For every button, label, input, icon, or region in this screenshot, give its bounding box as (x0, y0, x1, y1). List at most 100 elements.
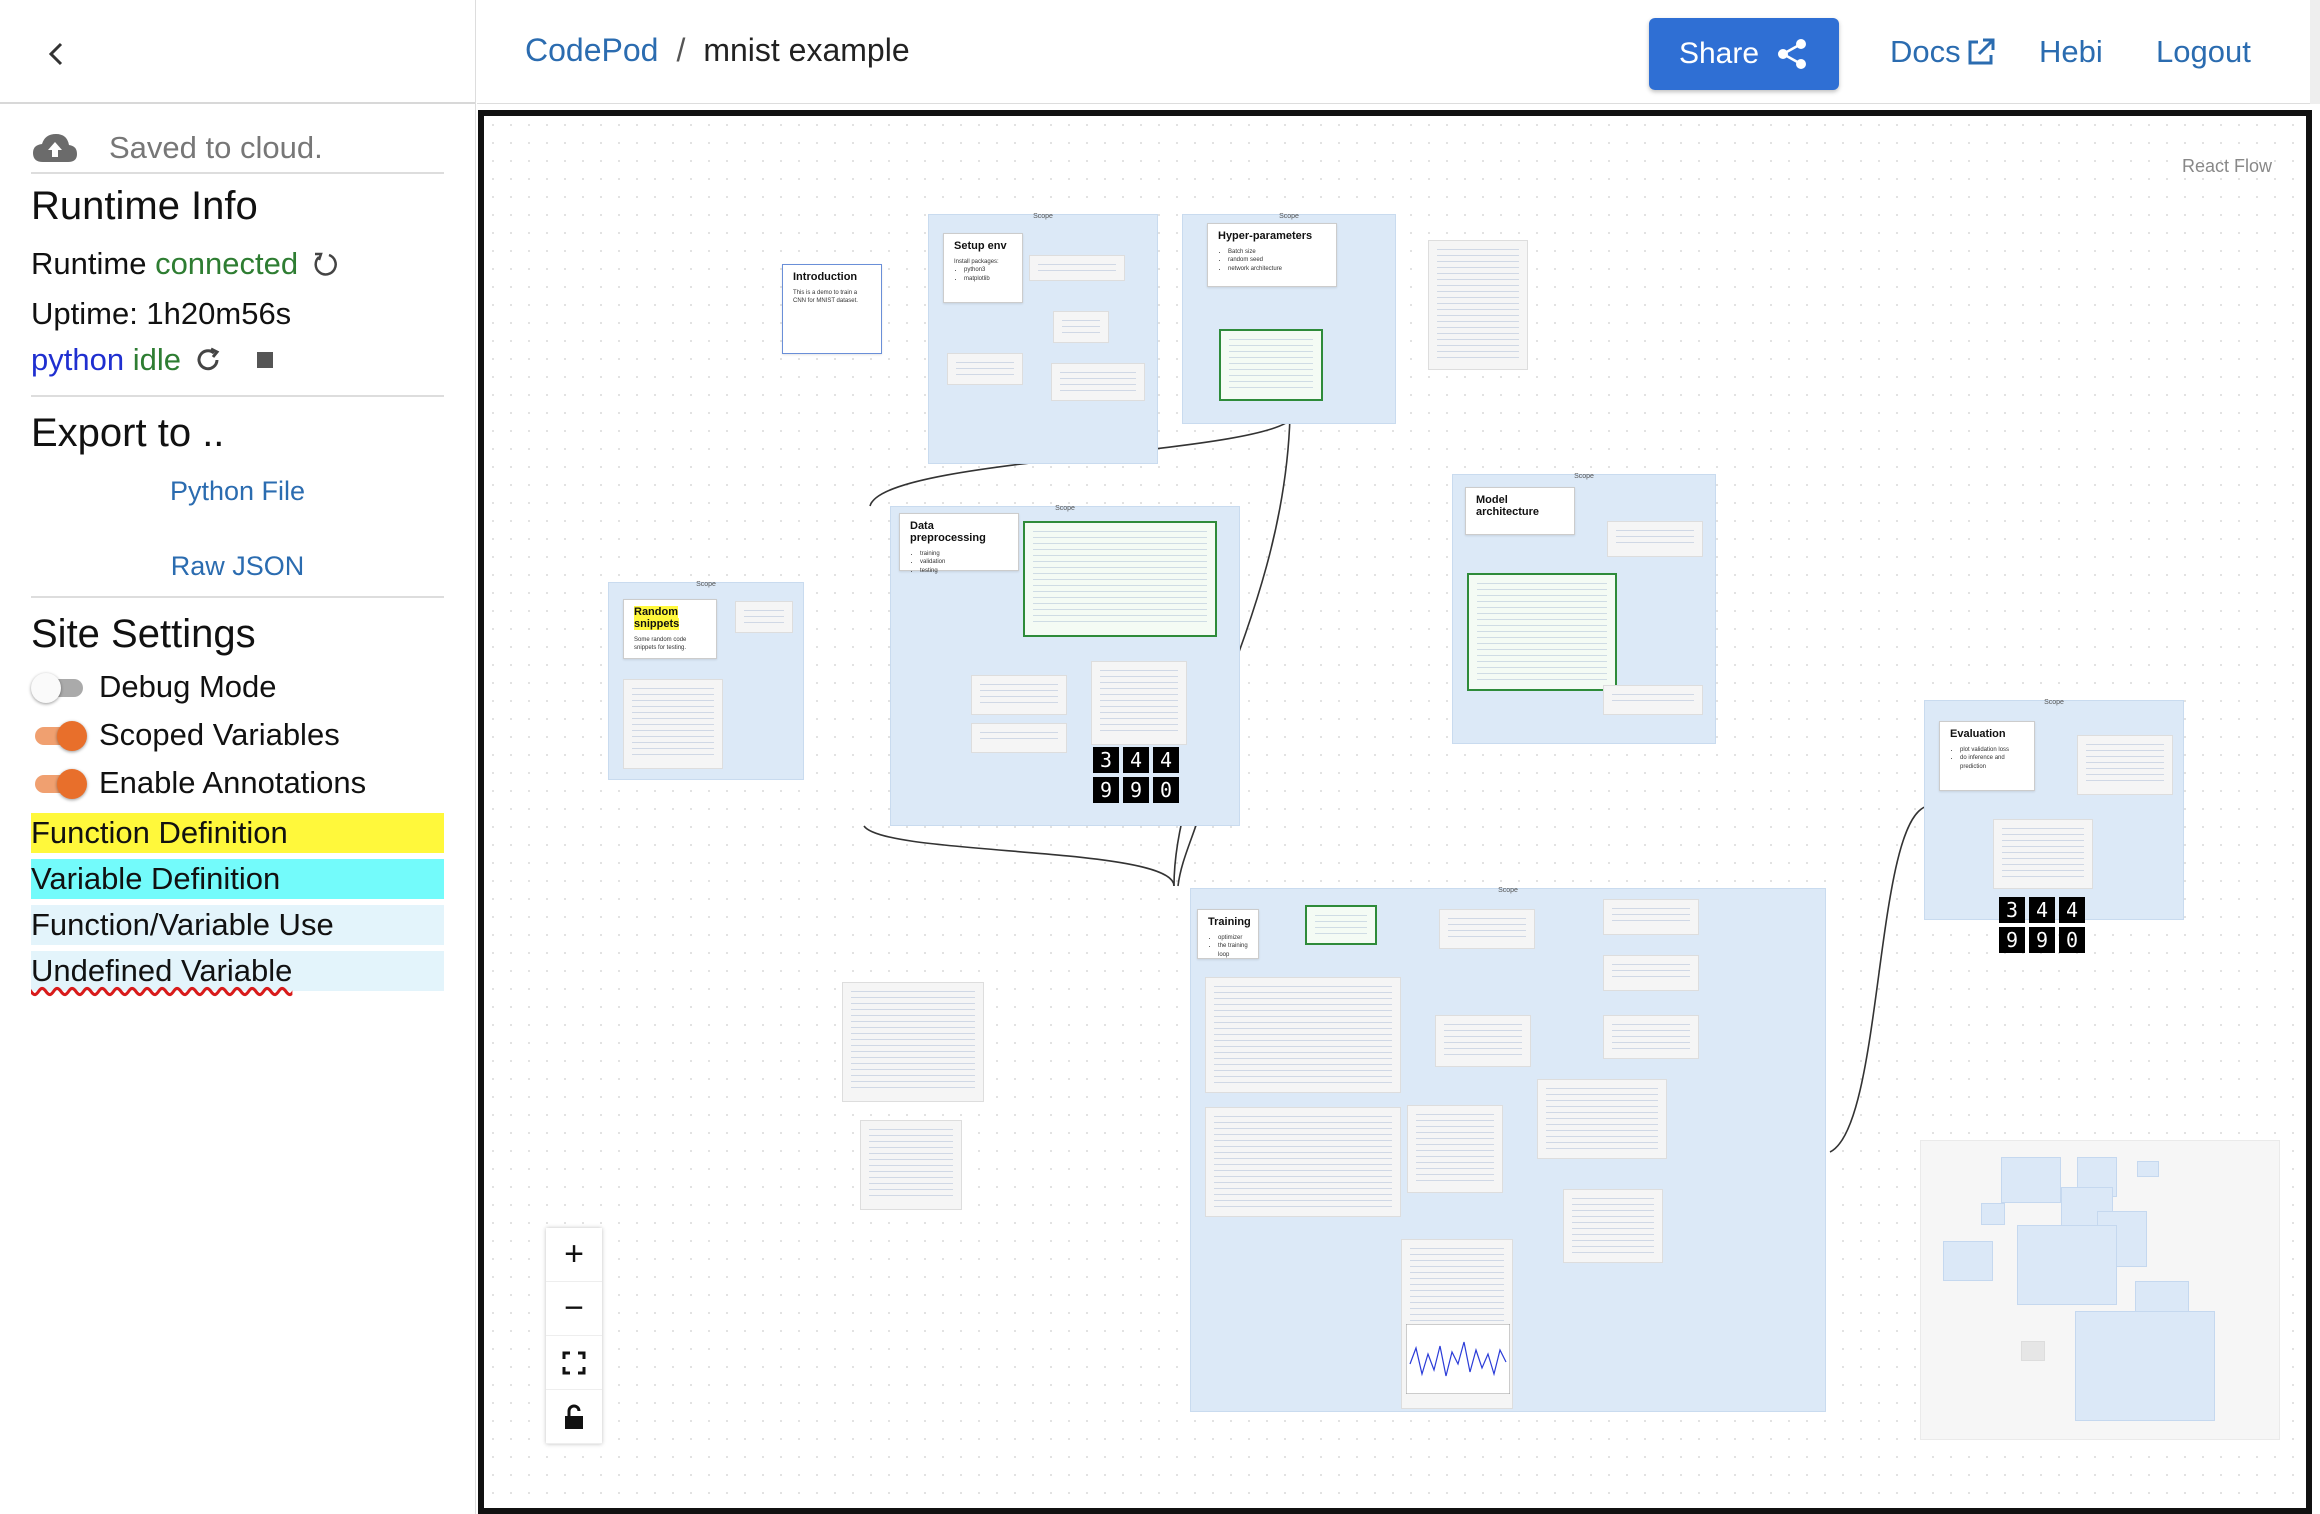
docs-link[interactable]: Docs (1890, 34, 1997, 70)
note-data-preprocessing[interactable]: Data preprocessing trainingvalidationtes… (899, 513, 1019, 574)
code-pod[interactable] (1603, 899, 1699, 935)
code-pod[interactable] (1439, 909, 1535, 949)
code-pod[interactable] (2077, 735, 2173, 795)
export-python-file-link[interactable]: Python File (31, 476, 444, 507)
note-title: Introduction (793, 271, 858, 283)
scope-random-snippets[interactable]: Scope Random snippets Some random code s… (608, 581, 804, 780)
code-pod[interactable] (1563, 1189, 1663, 1263)
note-title: Data preprocessing (910, 520, 986, 544)
digit-image: 0 (2059, 927, 2085, 953)
code-pod[interactable] (971, 675, 1067, 715)
code-pod[interactable] (1401, 1239, 1513, 1409)
code-pod[interactable] (1607, 521, 1703, 557)
code-pod[interactable] (1537, 1079, 1667, 1159)
fit-view-button[interactable] (546, 1336, 602, 1390)
lock-interaction-button[interactable] (546, 1390, 602, 1444)
share-label: Share (1678, 37, 1760, 70)
scope-label: Scope (1055, 505, 1075, 512)
code-pod[interactable] (1993, 819, 2093, 889)
note-setup-env[interactable]: Setup env Install packages: python3matpl… (943, 233, 1023, 303)
code-pod[interactable] (947, 353, 1023, 385)
code-pod[interactable] (623, 679, 723, 769)
flow-canvas[interactable]: React Flow Introduction This is a demo t… (478, 110, 2312, 1514)
code-pod[interactable] (842, 982, 984, 1102)
code-pod[interactable] (971, 723, 1067, 753)
digit-image: 3 (1093, 747, 1119, 773)
scope-label: Scope (1574, 473, 1594, 480)
user-profile-link[interactable]: Hebi (2039, 34, 2103, 70)
zoom-in-icon: + (564, 1235, 584, 1273)
scope-data-preprocessing[interactable]: Scope Data preprocessing trainingvalidat… (890, 505, 1240, 826)
digit-image: 0 (1153, 777, 1179, 803)
note-item: do inference and prediction (1960, 754, 2024, 771)
code-pod[interactable] (1603, 955, 1699, 991)
note-item: random seed (1228, 256, 1326, 264)
code-pod[interactable] (735, 601, 793, 633)
scope-setup-env[interactable]: Scope Setup env Install packages: python… (928, 213, 1158, 464)
runtime-status: Runtime connected (31, 241, 444, 287)
code-pod[interactable] (860, 1120, 962, 1210)
refresh-icon[interactable] (193, 345, 223, 375)
enable-annotations-toggle[interactable] (31, 769, 87, 799)
code-pod[interactable] (1428, 240, 1528, 370)
reconnect-icon[interactable] (310, 249, 340, 279)
note-introduction[interactable]: Introduction This is a demo to train a C… (782, 264, 882, 354)
code-pod-selected[interactable] (1219, 329, 1323, 401)
runtime-info-title: Runtime Info (31, 184, 258, 228)
scope-evaluation[interactable]: Scope Evaluation plot validation lossdo … (1924, 699, 2184, 953)
export-raw-json-link[interactable]: Raw JSON (31, 551, 444, 582)
site-settings-title: Site Settings (31, 612, 256, 656)
code-pod[interactable] (1603, 1015, 1699, 1059)
fit-view-icon (562, 1351, 586, 1374)
note-title: Training (1208, 916, 1251, 928)
breadcrumb-home-link[interactable]: CodePod (525, 32, 658, 69)
note-item: training (920, 550, 1008, 558)
debug-mode-label: Debug Mode (99, 669, 277, 704)
note-title-text: Random snippets (634, 606, 680, 630)
note-text: Some random code snippets for testing. (634, 637, 687, 652)
note-item: matplotlib (964, 275, 1012, 283)
note-random-snippets[interactable]: Random snippets Some random code snippet… (623, 599, 717, 659)
code-pod[interactable] (1205, 1107, 1401, 1217)
scope-training[interactable]: Scope Training optimizerthe training loo… (1190, 887, 1826, 1412)
scope-label: Scope (696, 581, 716, 588)
runtime-label: Runtime (31, 246, 147, 281)
scoped-variables-toggle[interactable] (31, 721, 87, 751)
code-pod[interactable] (1091, 661, 1187, 745)
scope-label: Scope (1498, 887, 1518, 894)
code-pod[interactable] (1435, 1015, 1531, 1067)
code-pod-selected[interactable] (1467, 573, 1617, 691)
scope-model-architecture[interactable]: Scope Model architecture (1452, 473, 1716, 744)
note-title: Setup env (954, 240, 1007, 252)
scope-hyper-parameters[interactable]: Scope Hyper-parameters Batch sizerandom … (1182, 213, 1396, 424)
sidebar: Saved to cloud. Runtime Info Runtime con… (0, 0, 476, 1514)
zoom-out-button[interactable]: − (546, 1282, 602, 1336)
note-item: the training loop (1218, 942, 1248, 959)
stop-icon[interactable] (256, 352, 273, 368)
note-model-architecture[interactable]: Model architecture (1465, 487, 1575, 535)
code-pod[interactable] (1029, 255, 1125, 281)
code-pod[interactable] (1407, 1105, 1503, 1193)
collapse-sidebar-button[interactable] (36, 34, 76, 74)
code-pod[interactable] (1205, 977, 1401, 1093)
digit-image: 9 (1999, 927, 2025, 953)
code-pod[interactable] (1051, 363, 1145, 401)
divider (31, 596, 444, 598)
code-pod-selected[interactable] (1305, 905, 1377, 945)
repo-name[interactable]: mnist example (703, 32, 909, 69)
code-pod[interactable] (1603, 685, 1703, 715)
zoom-in-button[interactable]: + (546, 1228, 602, 1282)
code-pod-selected[interactable] (1023, 521, 1217, 637)
note-hyper-parameters[interactable]: Hyper-parameters Batch sizerandom seedne… (1207, 223, 1337, 287)
note-text: Install packages: (954, 259, 999, 265)
mnist-digit-grid: 3 4 4 9 9 0 (1093, 747, 1189, 803)
note-item: optimizer (1218, 934, 1248, 942)
share-button[interactable]: Share (1649, 18, 1839, 90)
debug-mode-toggle[interactable] (31, 673, 87, 703)
app-root: Saved to cloud. Runtime Info Runtime con… (0, 0, 2320, 1514)
note-training[interactable]: Training optimizerthe training loop (1197, 909, 1259, 959)
note-evaluation[interactable]: Evaluation plot validation lossdo infere… (1939, 721, 2035, 791)
logout-link[interactable]: Logout (2156, 34, 2251, 70)
code-pod[interactable] (1053, 311, 1109, 343)
minimap[interactable] (1920, 1140, 2280, 1440)
